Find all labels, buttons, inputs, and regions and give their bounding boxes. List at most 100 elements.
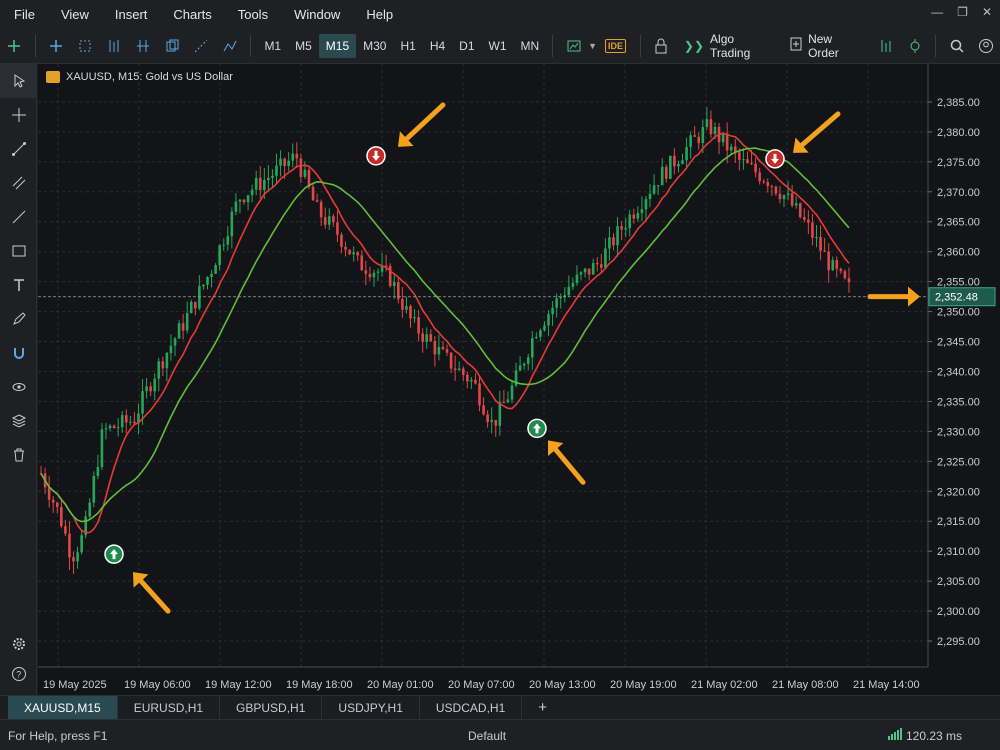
depth-of-market-icon[interactable] <box>871 31 900 61</box>
timeframe-m15[interactable]: M15 <box>318 33 357 58</box>
timeframe-w1[interactable]: W1 <box>482 34 514 58</box>
timeframe-d1[interactable]: D1 <box>452 34 481 58</box>
grid-icon[interactable] <box>129 31 158 61</box>
candle-body <box>827 251 830 271</box>
lock-icon[interactable] <box>647 31 676 61</box>
candle-body <box>709 119 713 135</box>
toolbar: M1 M5 M15 M30 H1 H4 D1 W1 MN ▼ IDE ❯❯ Al… <box>0 28 1000 64</box>
pencil-tool-icon[interactable] <box>0 302 37 336</box>
candle-body <box>652 185 656 194</box>
rectangle-tool-icon[interactable] <box>0 234 37 268</box>
zigzag-icon[interactable] <box>216 31 245 61</box>
menu-charts[interactable]: Charts <box>160 7 224 22</box>
price-tick-label: 2,315.00 <box>937 516 980 528</box>
candle-body <box>185 313 189 331</box>
time-tick-label: 20 May 13:00 <box>529 679 596 691</box>
candle-body <box>311 186 315 201</box>
settings-icon[interactable] <box>0 627 37 661</box>
minimize-icon[interactable]: — <box>931 5 943 19</box>
menu-insert[interactable]: Insert <box>102 7 161 22</box>
candle-body <box>803 217 806 220</box>
candle-body <box>539 330 542 337</box>
price-tick-label: 2,320.00 <box>937 486 980 498</box>
crosshair-tool-icon[interactable] <box>0 98 37 132</box>
status-bar: For Help, press F1 Default 120.23 ms <box>0 719 1000 750</box>
ray-tool-icon[interactable] <box>0 200 37 234</box>
objects-icon[interactable] <box>71 31 100 61</box>
menu-help[interactable]: Help <box>353 7 406 22</box>
menu-window[interactable]: Window <box>281 7 353 22</box>
indicators-icon[interactable] <box>100 31 129 61</box>
price-chart[interactable]: 2,385.00 2,380.00 2,375.00 2,370.00 2,365.00… <box>38 64 1000 695</box>
chevron-down-icon[interactable]: ▼ <box>588 41 597 51</box>
candle-body <box>701 127 705 144</box>
candle-body <box>482 405 485 415</box>
candle-body <box>839 268 843 272</box>
cursor-cross-icon[interactable] <box>42 31 71 61</box>
timeframe-mn[interactable]: MN <box>514 34 547 58</box>
candle-body <box>258 177 262 191</box>
pointer-icon[interactable] <box>0 64 37 98</box>
candle-body <box>823 250 826 252</box>
candle-body <box>628 214 632 229</box>
magnet-icon[interactable] <box>0 336 37 370</box>
channel-tool-icon[interactable] <box>0 166 37 200</box>
candle-body <box>336 222 339 235</box>
new-order-button[interactable]: New Order <box>782 32 871 60</box>
candle-body <box>51 499 55 503</box>
trendline-icon[interactable] <box>187 31 216 61</box>
tab-eurusd[interactable]: EURUSD,H1 <box>118 695 221 720</box>
candle-body <box>648 193 652 200</box>
timeframe-h4[interactable]: H4 <box>423 34 452 58</box>
candle-body <box>104 428 108 430</box>
ide-icon[interactable]: IDE <box>605 38 627 53</box>
tab-gbpusd[interactable]: GBPUSD,H1 <box>220 695 323 720</box>
tab-usdcad[interactable]: USDCAD,H1 <box>420 695 523 720</box>
line-tool-icon[interactable] <box>0 132 37 166</box>
timeframe-h1[interactable]: H1 <box>393 34 422 58</box>
text-tool-icon[interactable] <box>0 268 37 302</box>
menu-tools[interactable]: Tools <box>225 7 281 22</box>
candle-body <box>579 272 583 275</box>
window-controls: — ❐ ✕ <box>931 5 992 19</box>
add-tab-button[interactable]: + <box>522 696 563 720</box>
candle-body <box>68 533 71 558</box>
timeframe-m30[interactable]: M30 <box>356 34 393 58</box>
trash-icon[interactable] <box>0 438 37 472</box>
layers-icon[interactable] <box>0 404 37 438</box>
eye-icon[interactable] <box>0 370 37 404</box>
tab-usdjpy[interactable]: USDJPY,H1 <box>322 695 420 720</box>
candle-body <box>173 338 177 346</box>
candle-body <box>161 361 165 369</box>
tab-xauusd[interactable]: XAUUSD,M15 <box>8 695 118 720</box>
price-tick-label: 2,295.00 <box>937 636 980 648</box>
menu-file[interactable]: File <box>0 7 48 22</box>
candle-body <box>368 273 372 278</box>
search-icon[interactable] <box>942 31 971 61</box>
candle-body <box>835 260 839 269</box>
restore-icon[interactable]: ❐ <box>957 5 968 19</box>
algo-trading-button[interactable]: ❯❯ Algo Trading <box>676 32 782 60</box>
candle-body <box>608 237 611 249</box>
help-icon[interactable]: ? <box>0 657 37 691</box>
candle-body <box>409 306 412 319</box>
candle-body <box>303 169 307 177</box>
timeframe-m1[interactable]: M1 <box>257 34 288 58</box>
candle-body <box>80 535 83 553</box>
candle-body <box>254 177 258 190</box>
account-icon[interactable] <box>971 31 1000 61</box>
signal-icon[interactable] <box>900 31 929 61</box>
chart-canvas[interactable]: 2,385.00 2,380.00 2,375.00 2,370.00 2,365.00… <box>38 64 1000 695</box>
price-tick-label: 2,375.00 <box>937 157 980 169</box>
candle-body <box>250 189 254 196</box>
candle-body <box>697 136 701 144</box>
candle-body <box>348 249 351 255</box>
candle-body <box>786 193 790 196</box>
timeframe-m5[interactable]: M5 <box>288 34 319 58</box>
close-icon[interactable]: ✕ <box>982 5 992 19</box>
crosshair-icon[interactable] <box>0 31 29 61</box>
chart-type-icon[interactable] <box>559 31 588 61</box>
menu-view[interactable]: View <box>48 7 102 22</box>
copy-icon[interactable] <box>158 31 187 61</box>
divider <box>34 34 36 57</box>
